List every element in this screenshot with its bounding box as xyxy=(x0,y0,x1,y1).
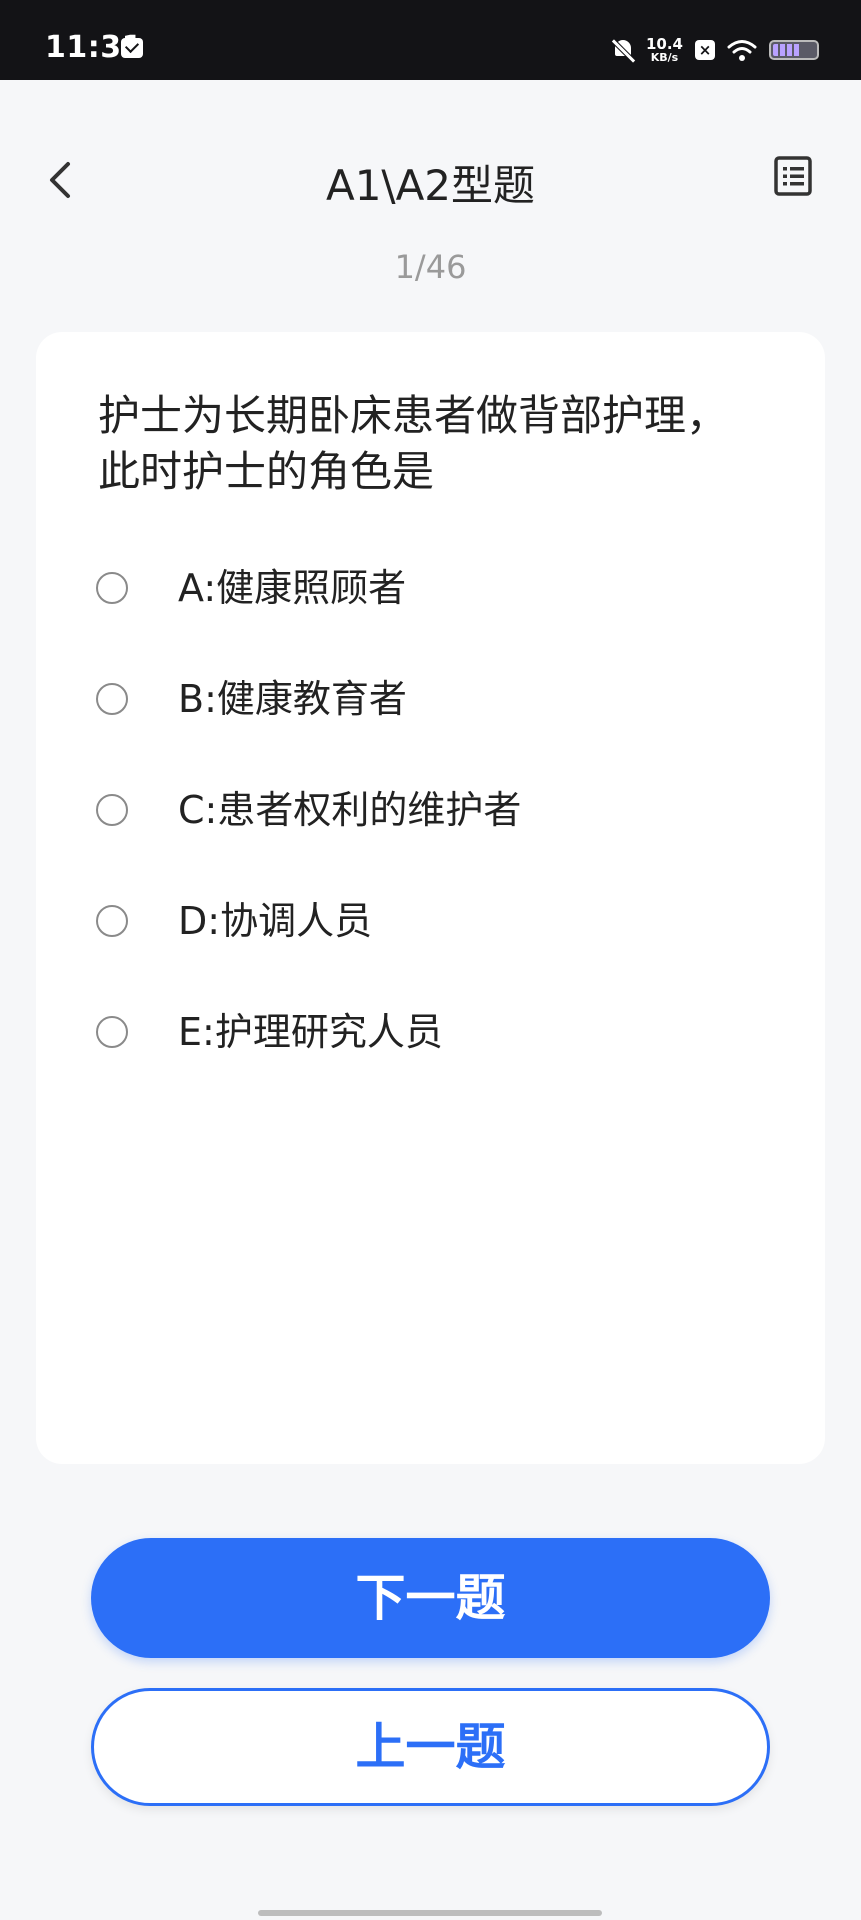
home-indicator[interactable] xyxy=(258,1910,602,1916)
battery-icon xyxy=(769,40,819,60)
radio-button[interactable] xyxy=(96,683,128,715)
message-icon xyxy=(121,38,143,58)
options-list: A:健康照顾者 B:健康教育者 C:患者权利的维护者 D:协调人员 E:护理研究… xyxy=(36,558,825,1113)
status-bar: 11:31 10.4 KB/s × xyxy=(0,0,861,80)
net-speed-value: 10.4 xyxy=(645,35,683,53)
bell-off-icon xyxy=(612,38,634,62)
option-d[interactable]: D:协调人员 xyxy=(36,891,825,1002)
option-label: D:协调人员 xyxy=(178,899,373,943)
option-b[interactable]: B:健康教育者 xyxy=(36,669,825,780)
option-e[interactable]: E:护理研究人员 xyxy=(36,1002,825,1113)
radio-button[interactable] xyxy=(96,1016,128,1048)
option-label: C:患者权利的维护者 xyxy=(178,788,522,832)
radio-button[interactable] xyxy=(96,572,128,604)
x-app-icon: × xyxy=(695,40,715,60)
previous-question-button[interactable]: 上一题 xyxy=(91,1688,770,1806)
list-icon xyxy=(774,156,812,196)
header: A1\A2型题 1/46 xyxy=(0,80,861,286)
status-icons: 10.4 KB/s × xyxy=(612,30,819,70)
page-title: A1\A2型题 xyxy=(325,161,536,210)
radio-button[interactable] xyxy=(96,794,128,826)
option-label: B:健康教育者 xyxy=(178,677,407,721)
option-c[interactable]: C:患者权利的维护者 xyxy=(36,780,825,891)
net-speed: 10.4 KB/s xyxy=(645,35,683,64)
option-a[interactable]: A:健康照顾者 xyxy=(36,558,825,669)
net-speed-unit: KB/s xyxy=(650,51,679,64)
radio-button[interactable] xyxy=(96,905,128,937)
question-progress: 1/46 xyxy=(394,248,467,286)
next-question-button[interactable]: 下一题 xyxy=(91,1538,770,1658)
question-text: 护士为长期卧床患者做背部护理，此时护士的角色是 xyxy=(98,391,729,496)
question-list-button[interactable] xyxy=(773,154,813,198)
wifi-icon xyxy=(727,38,757,62)
option-label: E:护理研究人员 xyxy=(178,1010,443,1054)
question-card: 护士为长期卧床患者做背部护理，此时护士的角色是 A:健康照顾者 B:健康教育者 … xyxy=(36,332,825,1464)
option-label: A:健康照顾者 xyxy=(178,566,407,610)
